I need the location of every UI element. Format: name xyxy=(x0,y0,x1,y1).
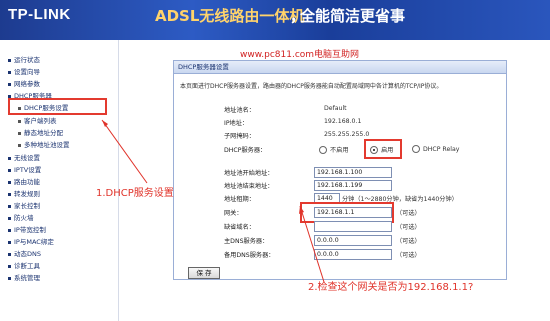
site-watermark: www.pc811.com电脑互助网 xyxy=(240,50,360,60)
dns1-hint: （可选） xyxy=(396,238,421,245)
bullet-icon xyxy=(8,252,11,256)
brand-logo: TP-LINK xyxy=(8,6,71,23)
sidebar-item-routing[interactable]: 路由功能 xyxy=(8,176,40,186)
bullet-icon xyxy=(8,156,11,160)
sidebar-item-client-list[interactable]: 客户端列表 xyxy=(18,115,57,125)
row-dns1: 主DNS服务器： xyxy=(224,236,314,245)
end-address-input[interactable]: 192.168.1.199 xyxy=(314,180,392,191)
slogan-left: ADSL无线路由一体机 xyxy=(155,7,305,25)
radio-disable[interactable]: 不启用 xyxy=(319,145,349,154)
bullet-icon xyxy=(8,204,11,208)
header-banner: TP-LINK ADSL无线路由一体机 ， 全能简洁更省事 xyxy=(0,0,550,40)
bullet-icon xyxy=(8,216,11,220)
radio-icon xyxy=(319,146,327,154)
dns1-label: 主DNS服务器： xyxy=(224,238,269,245)
bullet-icon xyxy=(8,264,11,268)
row-mask: 子网掩码： xyxy=(224,131,314,140)
panel-description: 本页面进行DHCP服务器设置，路由器的DHCP服务器能自动配置局域网中各计算机的… xyxy=(180,83,443,90)
dhcp-settings-panel: DHCP服务器设置 本页面进行DHCP服务器设置，路由器的DHCP服务器能自动配… xyxy=(173,60,507,280)
sidebar-item-iptv[interactable]: IPTV设置 xyxy=(8,164,41,174)
gateway-hint: （可选） xyxy=(396,210,421,217)
sidebar-highlight-box xyxy=(8,98,107,115)
ip-label: IP地址： xyxy=(224,120,249,127)
domain-hint: （可选） xyxy=(396,224,421,231)
bullet-icon xyxy=(8,58,11,62)
sidebar-item-parental-control[interactable]: 家长控制 xyxy=(8,200,40,210)
sidebar-item-diagnostics[interactable]: 诊断工具 xyxy=(8,260,40,270)
sidebar-item-ip-mac-binding[interactable]: IP与MAC绑定 xyxy=(8,236,54,246)
gateway-highlight-box xyxy=(300,202,394,223)
bullet-icon xyxy=(18,131,21,135)
row-dns2: 备用DNS服务器： xyxy=(224,250,314,259)
row-dhcp-server: DHCP服务器： xyxy=(224,145,314,154)
sidebar-item-address-pools[interactable]: 多种地址池设置 xyxy=(18,139,70,149)
annotation-step-1: 1.DHCP服务设置 xyxy=(96,188,174,199)
radio-icon xyxy=(412,145,420,153)
dns2-input[interactable]: 0.0.0.0 xyxy=(314,249,392,260)
bullet-icon xyxy=(8,82,11,86)
dns2-hint: （可选） xyxy=(396,252,421,259)
bullet-icon xyxy=(8,70,11,74)
bullet-icon xyxy=(8,228,11,232)
domain-label: 缺省域名： xyxy=(224,224,255,231)
sidebar-item-ddns[interactable]: 动态DNS xyxy=(8,248,41,258)
pool-name-value: Default xyxy=(324,105,347,112)
mask-label: 子网掩码： xyxy=(224,133,255,140)
panel-title: DHCP服务器设置 xyxy=(174,61,506,74)
sidebar-item-forwarding[interactable]: 转发规则 xyxy=(8,188,40,198)
row-domain: 缺省域名： xyxy=(224,222,314,231)
annotation-step-2: 2.检查这个网关是否为192.168.1.1? xyxy=(308,282,474,293)
slogan-right: 全能简洁更省事 xyxy=(300,7,406,25)
sidebar-item-firewall[interactable]: 防火墙 xyxy=(8,212,34,222)
mask-value: 255.255.255.0 xyxy=(324,131,370,138)
dns1-input[interactable]: 0.0.0.0 xyxy=(314,235,392,246)
row-end: 地址池结束地址： xyxy=(224,181,314,190)
pool-name-label: 地址池名： xyxy=(224,107,255,114)
sidebar-item-bandwidth[interactable]: IP带宽控制 xyxy=(8,224,46,234)
sidebar-item-wizard[interactable]: 设置向导 xyxy=(8,66,40,76)
start-label: 地址池开始地址： xyxy=(224,170,274,177)
row-ip: IP地址： xyxy=(224,118,314,127)
start-address-input[interactable]: 192.168.1.100 xyxy=(314,167,392,178)
bullet-icon xyxy=(8,180,11,184)
row-pool-name: 地址池名： xyxy=(224,105,314,114)
sidebar-item-system[interactable]: 系统管理 xyxy=(8,272,40,282)
bullet-icon xyxy=(18,119,21,123)
sidebar-item-static-address[interactable]: 静态地址分配 xyxy=(18,127,63,137)
dns2-label: 备用DNS服务器： xyxy=(224,252,275,259)
bullet-icon xyxy=(8,168,11,172)
bullet-icon xyxy=(8,240,11,244)
bullet-icon xyxy=(8,276,11,280)
end-label: 地址池结束地址： xyxy=(224,183,274,190)
bullet-icon xyxy=(18,143,21,147)
bullet-icon xyxy=(8,192,11,196)
ip-value: 192.168.0.1 xyxy=(324,118,362,125)
sidebar-item-network[interactable]: 网络参数 xyxy=(8,78,40,88)
dhcp-server-label: DHCP服务器： xyxy=(224,147,267,154)
enable-highlight-box xyxy=(364,139,402,159)
radio-dhcp-relay[interactable]: DHCP Relay xyxy=(412,145,459,153)
domain-input[interactable] xyxy=(314,221,392,232)
sidebar-item-status[interactable]: 运行状态 xyxy=(8,54,40,64)
sidebar-item-wireless[interactable]: 无线设置 xyxy=(8,152,40,162)
save-button[interactable]: 保 存 xyxy=(188,267,220,279)
row-start: 地址池开始地址： xyxy=(224,168,314,177)
